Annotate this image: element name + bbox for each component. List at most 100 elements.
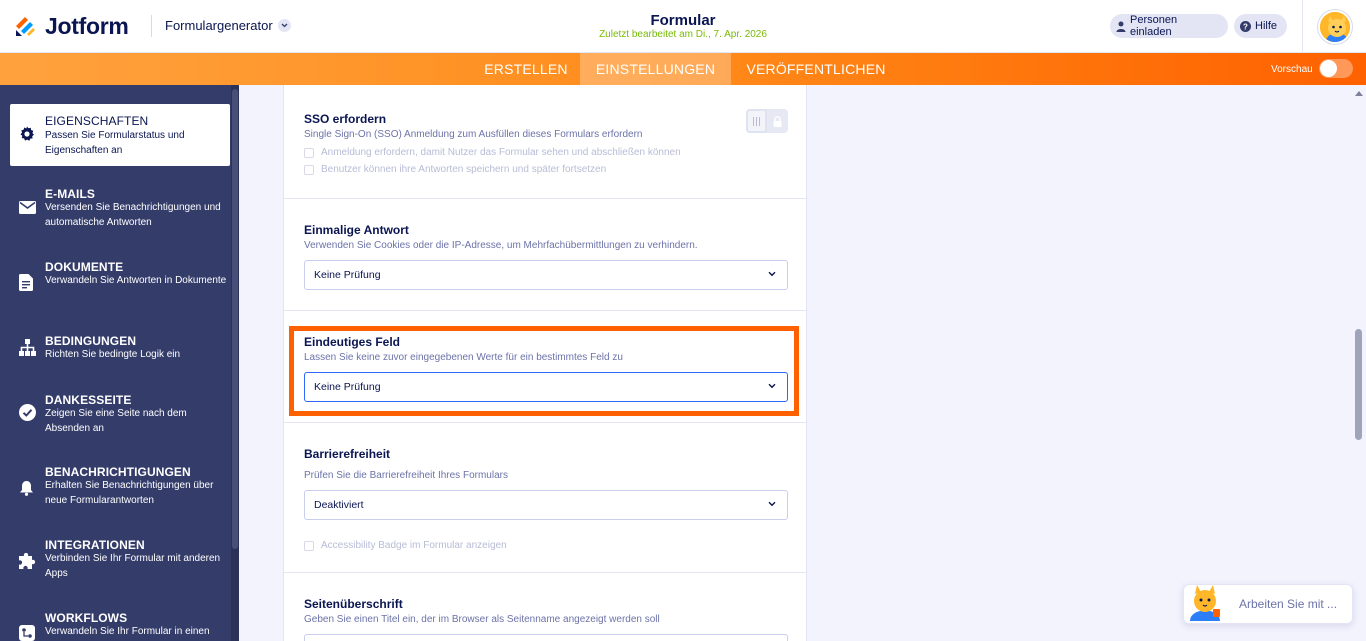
sidebar-item-title: INTEGRATIONEN — [45, 538, 145, 552]
accessibility-badge-label: Accessibility Badge im Formular anzeigen — [321, 540, 507, 551]
sso-option-label: Anmeldung erfordern, damit Nutzer das Fo… — [321, 147, 681, 158]
sso-title: SSO erfordern — [304, 112, 387, 126]
top-header: Jotform Formulargenerator Formular Zulet… — [0, 0, 1366, 53]
check-circle-icon — [19, 404, 36, 421]
sidebar-item-title: DANKESSEITE — [45, 393, 132, 407]
avatar[interactable] — [1318, 10, 1352, 44]
sidebar-item-desc: Zeigen Sie eine Seite nach dem Absenden … — [45, 408, 187, 434]
single-response-desc: Verwenden Sie Cookies oder die IP-Adress… — [304, 240, 698, 251]
document-icon — [19, 274, 33, 291]
header-divider-right — [1302, 0, 1303, 53]
help-label: Hilfe — [1255, 20, 1278, 32]
sidebar-scrollbar[interactable] — [231, 85, 239, 641]
help-button[interactable]: ? Hilfe — [1234, 14, 1287, 38]
checkbox[interactable] — [304, 540, 314, 551]
sidebar-item-desc: Verwandeln Sie Antworten in Dokumente — [45, 275, 227, 286]
lock-icon — [767, 109, 788, 133]
builder-nav: ERSTELLEN EINSTELLUNGEN VERÖFFENTLICHEN … — [0, 53, 1366, 85]
accessibility-desc: Prüfen Sie die Barrierefreiheit Ihres Fo… — [304, 470, 508, 481]
cat-mascot-icon — [1190, 585, 1220, 621]
checkbox[interactable] — [304, 147, 314, 158]
sidebar-item-integrations[interactable]: INTEGRATIONEN Verbinden Sie Ihr Formular… — [10, 528, 230, 590]
sidebar-item-desc: Passen Sie Formularstatus und Eigenschaf… — [45, 130, 185, 156]
sso-option-require-login[interactable]: Anmeldung erfordern, damit Nutzer das Fo… — [304, 147, 681, 158]
sidebar-item-title: DOKUMENTE — [45, 260, 124, 274]
sidebar-item-conditions[interactable]: BEDINGUNGEN Richten Sie bedingte Logik e… — [10, 324, 230, 374]
preview-toggle[interactable] — [1319, 59, 1353, 78]
jotform-logo[interactable]: Jotform — [14, 12, 129, 40]
single-response-title: Einmalige Antwort — [304, 223, 409, 237]
sidebar-item-title: E-MAILS — [45, 187, 96, 201]
page-title-title: Seitenüberschrift — [304, 597, 403, 611]
sidebar-item-title: BENACHRICHTIGUNGEN — [45, 465, 191, 479]
puzzle-icon — [19, 552, 36, 569]
envelope-icon — [19, 201, 36, 214]
header-divider — [151, 15, 152, 37]
jotform-logo-icon — [16, 17, 35, 36]
settings-sidebar: EIGENSCHAFTEN Passen Sie Formularstatus … — [0, 85, 239, 641]
sidebar-item-title: EIGENSCHAFTEN — [45, 114, 149, 128]
sidebar-item-desc: Verbinden Sie Ihr Formular mit anderen A… — [45, 553, 221, 579]
sitemap-icon — [19, 339, 36, 356]
invite-people-button[interactable]: Personen einladen — [1110, 14, 1228, 38]
highlight-frame — [289, 326, 799, 416]
sidebar-item-desc: Richten Sie bedingte Logik ein — [45, 349, 181, 360]
chevron-down-icon — [768, 271, 776, 277]
invite-people-label: Personen einladen — [1130, 14, 1178, 38]
workflow-icon — [19, 625, 35, 641]
sidebar-item-emails[interactable]: E-MAILS Versenden Sie Benachrichtigungen… — [10, 177, 230, 239]
tab-settings[interactable]: EINSTELLUNGEN — [580, 53, 731, 85]
sso-toggle[interactable] — [746, 109, 788, 133]
page-title-input[interactable] — [304, 634, 788, 641]
sidebar-item-properties[interactable]: EIGENSCHAFTEN Passen Sie Formularstatus … — [10, 104, 230, 166]
bell-icon — [19, 480, 34, 496]
sidebar-item-desc: Versenden Sie Benachrichtigungen und aut… — [45, 202, 221, 228]
accessibility-value: Deaktiviert — [314, 499, 364, 511]
chat-widget-label: Arbeiten Sie mit ... — [1239, 597, 1338, 611]
accessibility-section: Barrierefreiheit Prüfen Sie die Barriere… — [284, 423, 806, 573]
tab-create[interactable]: ERSTELLEN — [472, 53, 580, 85]
chevron-down-icon — [277, 19, 291, 32]
settings-panel: SSO erfordern Single Sign-On (SSO) Anmel… — [283, 85, 807, 641]
sidebar-item-title: WORKFLOWS — [45, 611, 128, 625]
toggle-bars-icon — [746, 109, 767, 133]
gear-icon — [19, 126, 35, 142]
sidebar-scrollbar-thumb[interactable] — [232, 89, 238, 549]
brand-name: Jotform — [45, 12, 129, 39]
tab-publish[interactable]: VERÖFFENTLICHEN — [731, 53, 901, 85]
page-scrollbar-thumb[interactable] — [1355, 329, 1362, 440]
app-selector[interactable]: Formulargenerator — [165, 18, 291, 33]
sso-option-save-continue[interactable]: Benutzer können ihre Antworten speichern… — [304, 164, 606, 175]
ai-agent-chat-widget[interactable]: Arbeiten Sie mit ... — [1183, 584, 1353, 624]
sso-option-label: Benutzer können ihre Antworten speichern… — [321, 164, 607, 175]
user-icon — [1116, 21, 1126, 32]
sidebar-item-documents[interactable]: DOKUMENTE Verwandeln Sie Antworten in Do… — [10, 250, 230, 312]
sidebar-item-title: BEDINGUNGEN — [45, 334, 137, 348]
preview-label: Vorschau — [1271, 64, 1313, 75]
chevron-down-icon — [768, 501, 776, 507]
sidebar-item-workflows[interactable]: WORKFLOWS Verwandeln Sie Ihr Formular in… — [10, 601, 230, 641]
app-selector-label: Formulargenerator — [165, 18, 273, 33]
page-title-section: Seitenüberschrift Geben Sie einen Titel … — [284, 573, 806, 641]
form-title[interactable]: Formular — [583, 12, 783, 29]
question-circle-icon: ? — [1240, 20, 1251, 32]
sidebar-item-thank-you-page[interactable]: DANKESSEITE Zeigen Sie eine Seite nach d… — [10, 383, 230, 445]
preview-toggle-knob — [1320, 60, 1337, 77]
single-response-value: Keine Prüfung — [314, 269, 381, 281]
sidebar-item-desc: Erhalten Sie Benachrichtigungen über neu… — [45, 480, 214, 506]
single-response-select[interactable]: Keine Prüfung — [304, 260, 788, 290]
svg-text:?: ? — [1243, 22, 1248, 31]
checkbox[interactable] — [304, 164, 314, 175]
scroll-up-arrow-icon[interactable] — [1355, 91, 1363, 96]
sidebar-item-desc: Verwandeln Sie Ihr Formular in einen — [45, 626, 210, 637]
page-title-desc: Geben Sie einen Titel ein, der im Browse… — [304, 614, 660, 625]
sso-desc: Single Sign-On (SSO) Anmeldung zum Ausfü… — [304, 129, 643, 140]
sidebar-item-notifications[interactable]: BENACHRICHTIGUNGEN Erhalten Sie Benachri… — [10, 455, 230, 517]
single-response-section: Einmalige Antwort Verwenden Sie Cookies … — [284, 199, 806, 311]
page-scrollbar[interactable] — [1352, 85, 1366, 641]
accessibility-select[interactable]: Deaktiviert — [304, 490, 788, 520]
sso-section: SSO erfordern Single Sign-On (SSO) Anmel… — [284, 85, 806, 199]
accessibility-badge-option[interactable]: Accessibility Badge im Formular anzeigen — [304, 540, 507, 551]
accessibility-title: Barrierefreiheit — [304, 447, 391, 461]
last-edited-label: Zuletzt bearbeitet am Di., 7. Apr. 2026 — [599, 29, 767, 40]
